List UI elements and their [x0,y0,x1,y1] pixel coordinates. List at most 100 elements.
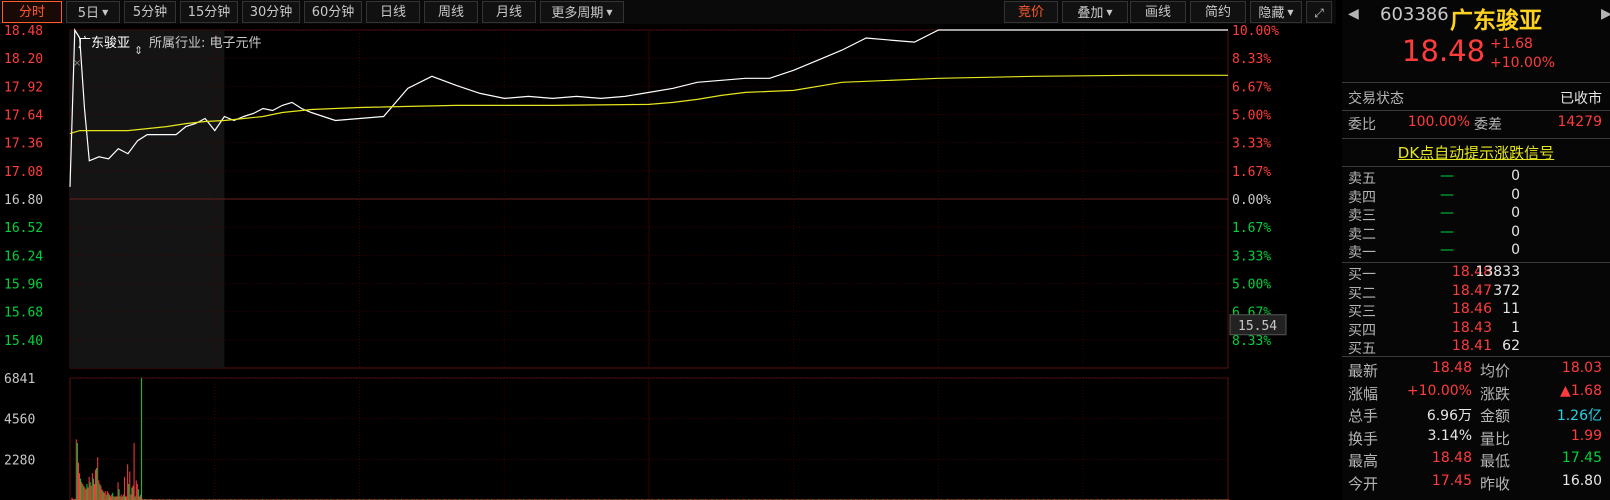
stat-label: 最新 [1348,362,1379,380]
stat-value: 18.48 [1431,450,1472,467]
quote-panel: ◀ 603386 广东骏亚 ▶ 18.48 +1.68 +10.00% 交易状态… [1342,0,1610,500]
stat-value: 3.14% [1427,427,1472,444]
price-tick-label: 15.68 [4,306,43,321]
chart-industry: 所属行业: 电子元件 [149,36,262,51]
divider [1342,82,1610,83]
chevron-down-icon: ▼ [606,8,613,17]
tab-5min[interactable]: 5分钟 [124,1,176,23]
pct-tick-label: 3.33% [1232,137,1271,152]
price-tick-label: 17.92 [4,80,43,95]
sell-level-volume: 0 [1511,223,1520,240]
commission-row: 委比 100.00% 委差 14279 [1342,114,1610,134]
stat-label: 量比 [1480,429,1511,448]
stat-value: 18.03 [1561,360,1602,376]
period-toolbar: 分时 5日 ▼ 5分钟 15分钟 30分钟 60分钟 日线 周线 月线 更多周期 ▼… [0,0,1336,24]
sell-level-volume: 0 [1511,168,1520,184]
chevron-down-icon: ▼ [102,8,109,17]
sell-level-label: 卖五 [1348,171,1376,187]
price-change: +1.68 [1490,36,1533,52]
tab-monthly[interactable]: 月线 [482,1,536,23]
price-tick-label: 15.40 [4,334,43,349]
buy-level-label: 买四 [1348,322,1376,339]
chevron-down-icon: ▼ [1106,8,1113,17]
next-stock-icon[interactable]: ▶ [1601,6,1610,22]
pct-tick-label: 5.00% [1232,109,1271,124]
price-tick-label: 17.08 [4,165,43,180]
buy-level-label: 买一 [1348,267,1376,283]
tab-more-periods[interactable]: 更多周期 ▼ [540,1,624,23]
pct-tick-label: 10.00% [1232,24,1279,39]
sell-level-volume: 0 [1511,242,1520,259]
sell-level-label: 卖三 [1348,208,1376,225]
tab-15min[interactable]: 15分钟 [180,1,238,23]
fullscreen-icon[interactable]: ⤢ [1306,1,1332,23]
volume-tick-label: 2280 [4,453,35,468]
price-tick-label: 16.52 [4,221,43,236]
stat-label: 均价 [1480,362,1511,380]
stat-label: 涨幅 [1348,384,1379,403]
sell-level-volume: 0 [1511,205,1520,222]
draw-button[interactable]: 画线 [1130,1,1186,23]
price-change-pct: +10.00% [1490,55,1556,71]
buy-level-volume: 13833 [1475,264,1520,280]
stat-value: 1.26亿 [1556,408,1602,425]
chart-stock-name: 广东骏亚 [78,36,131,51]
divider [1342,356,1610,357]
commission-ratio-label: 委比 [1348,117,1376,133]
stat-value: +10.00% [1406,382,1472,399]
tab-intraday[interactable]: 分时 [2,1,62,23]
price-tick-label: 17.64 [4,109,43,124]
buy-level-price: 18.43 [1451,319,1492,336]
trade-status-row: 交易状态 已收市 [1342,88,1610,108]
tab-5day[interactable]: 5日 ▼ [66,1,120,23]
cursor-value: 15.54 [1238,319,1277,334]
trade-status-value: 已收市 [1560,91,1602,107]
buy-level-price: 18.47 [1451,282,1492,299]
pct-tick-label: 8.33% [1232,334,1271,349]
intraday-chart[interactable]: 18.48 10.00% 18.20 8.33% 17.92 6.67% 17.64 5.00… [0,24,1336,500]
volume-tick-label: 6841 [4,372,35,387]
sell-level-label: 卖四 [1348,189,1376,206]
tab-5day-label: 5日 [77,6,100,21]
price-tick-label: 18.20 [4,52,43,67]
tab-more-label: 更多周期 [551,6,604,21]
stat-label: 最高 [1348,452,1379,471]
commission-diff-label: 委差 [1474,117,1502,133]
sell-level-price: — [1440,205,1454,222]
pct-tick-label: 1.67% [1232,165,1271,180]
overlay-button[interactable]: 叠加 ▼ [1062,1,1128,23]
pct-tick-label: 3.33% [1232,249,1271,264]
tab-daily[interactable]: 日线 [366,1,420,23]
stat-label: 今开 [1348,475,1379,493]
price-tick-label: 17.36 [4,137,43,152]
buy-level-label: 买三 [1348,304,1376,321]
prev-stock-icon[interactable]: ◀ [1348,6,1359,22]
tab-30min[interactable]: 30分钟 [242,1,300,23]
sell-level-price: — [1440,223,1454,240]
auction-button[interactable]: 竞价 [1004,1,1058,23]
stat-value: ▲1.68 [1560,382,1602,399]
stat-label: 最低 [1480,452,1511,471]
sell-level-price: — [1440,186,1454,203]
price-tick-label: 16.24 [4,249,43,264]
stat-label: 涨跌 [1480,384,1511,403]
tab-60min[interactable]: 60分钟 [304,1,362,23]
sell-level-price: — [1440,242,1454,259]
buy-level-price: 18.41 [1451,338,1492,355]
hide-button[interactable]: 隐藏 ▼ [1250,1,1302,23]
buy-level-volume: 372 [1493,282,1520,299]
price-tick-label: 16.80 [4,193,43,208]
hide-label: 隐藏 [1258,6,1285,21]
tab-weekly[interactable]: 周线 [424,1,478,23]
close-small-icon: × [73,58,81,69]
stat-label: 总手 [1348,407,1379,426]
simple-button[interactable]: 简约 [1190,1,1246,23]
stat-value: 1.99 [1570,427,1602,444]
sell-level-volume: 0 [1511,186,1520,203]
sell-level-price: — [1440,168,1454,184]
stock-name: 广东骏亚 [1450,8,1542,34]
pct-tick-label: 8.33% [1232,52,1271,67]
dk-signal-link[interactable]: DK点自动提示涨跌信号 [1342,142,1610,163]
stat-value: 6.96万 [1426,408,1472,425]
divider [1342,166,1610,167]
